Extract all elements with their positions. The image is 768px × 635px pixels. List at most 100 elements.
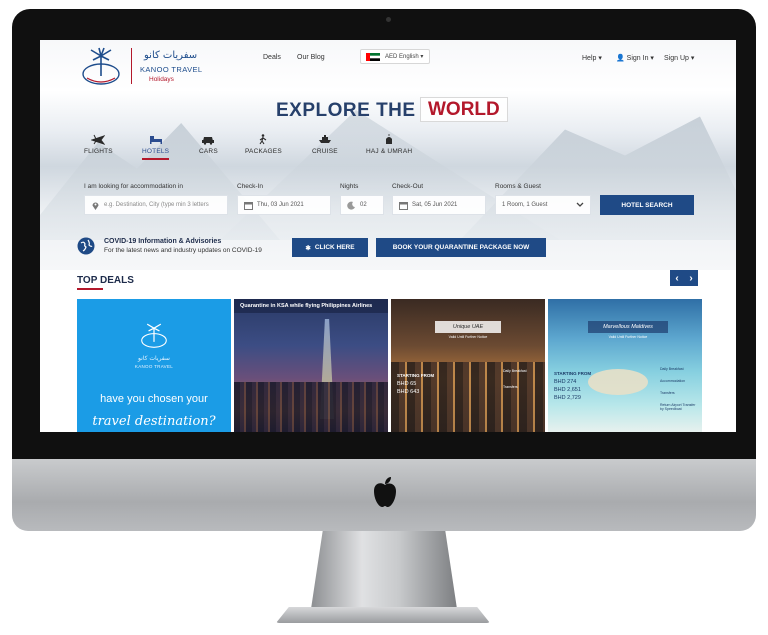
checkin-value: Thu, 03 Jun 2021	[257, 202, 304, 208]
browser-screen: سفريات كانو KANOO TRAVEL Holidays Deals …	[40, 40, 736, 432]
card-script-text: travel destination?	[92, 414, 216, 429]
nights-field[interactable]: 02	[340, 195, 384, 215]
tab-hotels[interactable]: HOTELS	[142, 134, 170, 160]
covid-title: COVID-19 Information & Advisories	[104, 238, 222, 245]
carousel-controls: ‹ ›	[670, 270, 698, 286]
imac-stand	[311, 531, 457, 609]
tab-haj-umrah-label: HAJ & UMRAH	[366, 148, 413, 155]
uae-flag-icon	[366, 53, 380, 61]
destination-placeholder: e.g. Destination, City (type min 3 lette…	[104, 202, 209, 208]
checkout-value: Sat, 05 Jun 2021	[412, 202, 458, 208]
starting-from-label: STARTING FROM	[554, 371, 592, 376]
section-title: TOP DEALS	[77, 275, 134, 286]
tab-packages-label: PACKAGES	[245, 148, 282, 155]
card-logo-arabic: سفريات كانو	[138, 355, 170, 362]
car-icon	[202, 137, 215, 145]
user-icon: 👤	[616, 55, 625, 62]
moon-icon	[347, 201, 355, 210]
price-old: BHD 65	[397, 381, 417, 387]
card-validity: Valid Until Further Notice	[448, 335, 488, 339]
hiker-icon	[259, 134, 267, 145]
logo-divider	[131, 48, 132, 84]
tab-haj-umrah[interactable]: HAJ & UMRAH	[366, 134, 412, 155]
location-pin-icon	[92, 202, 99, 210]
section-title-underline	[77, 288, 103, 290]
click-here-button[interactable]: ✱ CLICK HERE	[292, 238, 368, 257]
card-headline: have you chosen your	[100, 393, 208, 405]
mosque-icon	[386, 134, 393, 144]
chevron-left-icon[interactable]: ‹	[675, 273, 678, 284]
mountain-shape	[460, 116, 736, 240]
starting-from-label: STARTING FROM	[397, 373, 435, 378]
language-label: AED English ▾	[385, 54, 424, 60]
deal-card[interactable]: Quarantine in KSA while flying Philippin…	[234, 299, 388, 432]
hero-title: EXPLORE THE	[276, 100, 416, 121]
card-banner: Quarantine in KSA while flying Philippin…	[234, 299, 388, 313]
active-tab-indicator	[142, 158, 170, 160]
tab-cars-label: CARS	[199, 148, 218, 155]
rooms-guests-select[interactable]: 1 Room, 1 Guest	[495, 195, 591, 215]
tab-flights-label: FLIGHTS	[84, 148, 113, 155]
checkout-label: Check-Out	[392, 183, 424, 190]
tab-hotels-label: HOTELS	[142, 148, 170, 155]
deal-card[interactable]: سفريات كانو KANOO TRAVEL have you chosen…	[77, 299, 231, 432]
chevron-right-icon[interactable]: ›	[689, 273, 692, 284]
apple-logo-icon	[374, 477, 396, 507]
plane-icon	[91, 134, 106, 145]
destination-label: I am looking for accommodation in	[84, 183, 183, 190]
deal-card[interactable]: Unique UAE Valid Until Further Notice ST…	[391, 299, 545, 432]
checkout-date-field[interactable]: Sat, 05 Jun 2021	[392, 195, 486, 215]
book-quarantine-button[interactable]: BOOK YOUR QUARANTINE PACKAGE NOW	[376, 238, 546, 257]
ship-icon	[318, 135, 331, 143]
city-skyline-image	[234, 382, 388, 432]
price-old: BHD 274	[554, 379, 577, 385]
tab-cruise[interactable]: CRUISE	[312, 134, 338, 155]
card-feature: Return Airport Transfer by Speedboat	[660, 403, 696, 411]
destination-input[interactable]: e.g. Destination, City (type min 3 lette…	[84, 195, 228, 215]
logo-sub: Holidays	[149, 76, 174, 83]
checkin-label: Check-In	[237, 183, 264, 190]
card-badge: Marvellous Maldives	[588, 321, 668, 333]
chevron-down-icon	[576, 202, 584, 207]
checkin-date-field[interactable]: Thu, 03 Jun 2021	[237, 195, 331, 215]
card-badge: Unique UAE	[435, 321, 501, 333]
card-logo-name: KANOO TRAVEL	[134, 364, 174, 369]
tab-packages[interactable]: PACKAGES	[245, 134, 282, 155]
logo-arabic-text: سفريات كانو	[144, 50, 198, 61]
click-here-label: CLICK HERE	[314, 244, 355, 251]
palm-emblem-icon[interactable]	[79, 46, 123, 86]
webcam	[386, 17, 391, 22]
card-feature: Daily Breakfast	[660, 367, 684, 371]
tab-cars[interactable]: CARS	[199, 134, 218, 155]
sign-in-menu[interactable]: 👤 Sign In ▾	[616, 54, 654, 62]
globe-icon	[77, 237, 95, 255]
logo-name: KANOO TRAVEL	[140, 65, 203, 74]
calendar-icon	[399, 201, 408, 210]
hotel-search-button[interactable]: HOTEL SEARCH	[600, 195, 694, 215]
price-new: BHD 643	[397, 389, 420, 395]
tab-flights[interactable]: FLIGHTS	[84, 134, 113, 155]
help-menu[interactable]: Help ▾	[582, 54, 602, 62]
bed-icon	[149, 136, 162, 144]
card-feature: Daily Breakfast	[503, 369, 527, 373]
tab-cruise-label: CRUISE	[312, 148, 338, 155]
deal-card[interactable]: Marvellous Maldives Valid Until Further …	[548, 299, 702, 432]
nav-deals[interactable]: Deals	[263, 54, 281, 61]
hero-title-highlight: WORLD	[420, 97, 508, 122]
gear-icon: ✱	[305, 244, 311, 252]
nights-label: Nights	[340, 183, 359, 190]
island-image	[588, 369, 648, 395]
card-feature: Transfers	[503, 385, 518, 389]
sign-up-menu[interactable]: Sign Up ▾	[664, 54, 694, 62]
sign-in-label: Sign In ▾	[626, 55, 654, 62]
language-currency-select[interactable]: AED English ▾	[360, 49, 430, 64]
nav-blog[interactable]: Our Blog	[297, 54, 325, 61]
covid-subtitle: For the latest news and industry updates…	[104, 247, 262, 254]
card-feature: Transfers	[660, 391, 675, 395]
price-mid: BHD 2,651	[554, 387, 581, 393]
rooms-label: Rooms & Guest	[495, 183, 541, 190]
rooms-value: 1 Room, 1 Guest	[502, 202, 548, 208]
palm-emblem-icon	[141, 323, 167, 348]
card-feature: Accommodation	[660, 379, 686, 383]
card-validity: Valid Until Further Notice	[608, 335, 648, 339]
